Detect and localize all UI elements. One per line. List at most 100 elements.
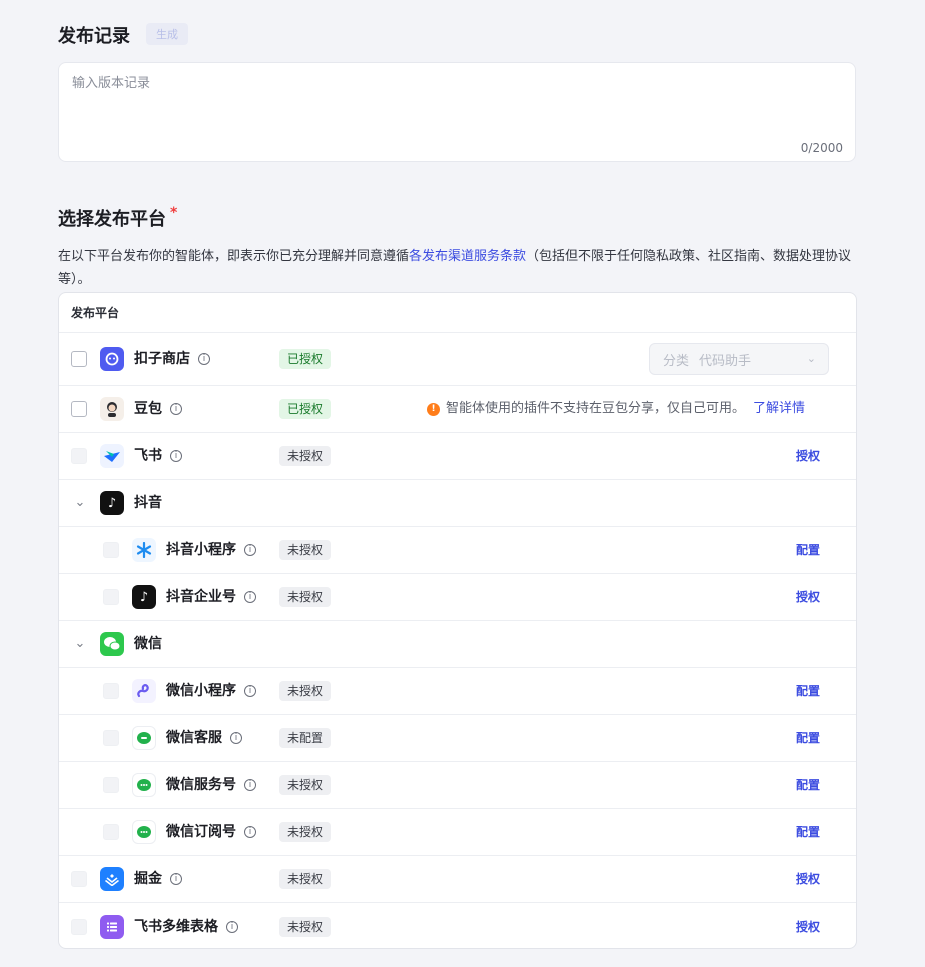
douyin-name: 抖音 — [134, 495, 162, 511]
douyin-biz-logo-icon: ♪ — [132, 585, 156, 609]
juejin-status-badge: 未授权 — [279, 869, 332, 889]
wechat-cs-logo-icon — [132, 726, 156, 750]
char-counter: 0/2000 — [800, 141, 843, 155]
wechat-sub-checkbox[interactable] — [103, 824, 119, 840]
wechat-service-status-badge: 未授权 — [279, 775, 332, 795]
wechat-sub-configure-button[interactable]: 配置 — [796, 823, 820, 841]
douyin-logo-icon: ♪ — [100, 491, 124, 515]
chevron-down-icon[interactable]: ⌄ — [73, 496, 87, 510]
platform-row-wechat-service: 微信服务号 i 未授权 配置 — [59, 762, 856, 809]
doubao-warning: ! 智能体使用的插件不支持在豆包分享，仅自己可用。 了解详情 — [427, 400, 805, 418]
terms-link[interactable]: 各发布渠道服务条款 — [409, 249, 526, 264]
category-select[interactable]: 分类 代码助手 ⌄ — [649, 343, 829, 375]
feishu-base-authorize-button[interactable]: 授权 — [796, 918, 820, 936]
kouzi-name: 扣子商店 i — [134, 350, 210, 368]
platforms-title: 选择发布平台 * — [58, 205, 177, 231]
warning-icon: ! — [427, 402, 440, 416]
kouzi-checkbox[interactable] — [71, 351, 87, 367]
wechat-mini-logo-icon — [132, 679, 156, 703]
doubao-status-badge: 已授权 — [279, 399, 332, 419]
platform-row-doubao: 豆包 i 已授权 ! 智能体使用的插件不支持在豆包分享，仅自己可用。 了解详情 — [59, 386, 856, 433]
wechat-cs-checkbox[interactable] — [103, 730, 119, 746]
douyin-biz-status-badge: 未授权 — [279, 587, 332, 607]
info-icon[interactable]: i — [244, 826, 256, 838]
douyin-biz-name: 抖音企业号 i — [166, 588, 256, 606]
publish-page: 发布记录 生成 输入版本记录 0/2000 选择发布平台 * 在以下平台发布你的智… — [0, 0, 925, 967]
wechat-mini-checkbox[interactable] — [103, 683, 119, 699]
wechat-service-checkbox[interactable] — [103, 777, 119, 793]
wechat-logo-icon — [100, 632, 124, 656]
wechat-name: 微信 — [134, 636, 162, 652]
release-notes-placeholder: 输入版本记录 — [72, 76, 151, 91]
info-icon[interactable]: i — [230, 732, 242, 744]
wechat-sub-name: 微信订阅号 i — [166, 823, 256, 841]
feishu-status-badge: 未授权 — [279, 446, 332, 466]
platform-row-wechat-mini: 微信小程序 i 未授权 配置 — [59, 668, 856, 715]
feishu-authorize-button[interactable]: 授权 — [796, 447, 820, 465]
platform-table: 发布平台 扣子商店 i 已授权 分类 代码助手 ⌄ 豆包 i 已授权 ! 智能体… — [58, 292, 857, 949]
feishu-base-name: 飞书多维表格 i — [134, 918, 238, 936]
release-notes-title: 发布记录 — [58, 26, 130, 47]
info-icon[interactable]: i — [244, 685, 256, 697]
wechat-cs-status-badge: 未配置 — [279, 728, 332, 748]
platform-row-feishu-base: 飞书多维表格 i 未授权 授权 — [59, 903, 856, 948]
doubao-avatar-icon — [100, 397, 124, 421]
wechat-cs-name: 微信客服 i — [166, 729, 242, 747]
wechat-sub-logo-icon — [132, 820, 156, 844]
generate-button[interactable]: 生成 — [146, 23, 188, 45]
platform-group-wechat[interactable]: ⌄ 微信 — [59, 621, 856, 668]
required-mark: * — [170, 205, 178, 221]
info-icon[interactable]: i — [244, 544, 256, 556]
wechat-mini-configure-button[interactable]: 配置 — [796, 682, 820, 700]
feishu-base-checkbox[interactable] — [71, 918, 87, 935]
info-icon[interactable]: i — [244, 591, 256, 603]
feishu-base-status-badge: 未授权 — [279, 916, 332, 937]
douyin-biz-checkbox[interactable] — [103, 589, 119, 605]
douyin-mini-checkbox[interactable] — [103, 542, 119, 558]
wechat-cs-configure-button[interactable]: 配置 — [796, 729, 820, 747]
info-icon[interactable]: i — [170, 403, 182, 415]
douyin-biz-authorize-button[interactable]: 授权 — [796, 588, 820, 606]
platform-row-douyin-mini: 抖音小程序 i 未授权 配置 — [59, 527, 856, 574]
info-icon[interactable]: i — [170, 873, 182, 885]
info-icon[interactable]: i — [244, 779, 256, 791]
platform-row-douyin-biz: ♪ 抖音企业号 i 未授权 授权 — [59, 574, 856, 621]
doubao-checkbox[interactable] — [71, 401, 87, 417]
info-icon[interactable]: i — [198, 353, 210, 365]
juejin-name: 掘金 i — [134, 870, 182, 888]
platform-row-juejin: 掘金 i 未授权 授权 — [59, 856, 856, 903]
release-notes-input[interactable]: 输入版本记录 0/2000 — [58, 62, 856, 162]
category-label: 分类 — [663, 353, 690, 369]
chevron-down-icon: ⌄ — [806, 352, 816, 365]
info-icon[interactable]: i — [170, 450, 182, 462]
wechat-service-configure-button[interactable]: 配置 — [796, 776, 820, 794]
juejin-checkbox[interactable] — [71, 871, 87, 887]
warning-text: 智能体使用的插件不支持在豆包分享，仅自己可用。 — [446, 401, 746, 416]
feishu-checkbox[interactable] — [71, 448, 87, 464]
platform-row-wechat-sub: 微信订阅号 i 未授权 配置 — [59, 809, 856, 856]
wechat-sub-status-badge: 未授权 — [279, 822, 332, 842]
feishu-base-logo-icon — [100, 914, 124, 939]
category-value: 代码助手 — [699, 353, 752, 369]
learn-more-link[interactable]: 了解详情 — [753, 400, 805, 418]
wechat-mini-name: 微信小程序 i — [166, 682, 256, 700]
wechat-service-logo-icon — [132, 773, 156, 797]
chevron-down-icon[interactable]: ⌄ — [73, 637, 87, 651]
platform-row-feishu: 飞书 i 未授权 授权 — [59, 433, 856, 480]
douyin-mini-logo-icon — [132, 538, 156, 562]
terms-text-before: 在以下平台发布你的智能体，即表示你已充分理解并同意遵循 — [58, 249, 410, 264]
info-icon[interactable]: i — [226, 920, 238, 933]
douyin-mini-status-badge: 未授权 — [279, 540, 332, 560]
douyin-mini-name: 抖音小程序 i — [166, 541, 256, 559]
wechat-service-name: 微信服务号 i — [166, 776, 256, 794]
douyin-mini-configure-button[interactable]: 配置 — [796, 541, 820, 559]
kouzi-logo-icon — [100, 347, 124, 371]
doubao-name: 豆包 i — [134, 400, 182, 418]
platform-group-douyin[interactable]: ⌄ ♪ 抖音 — [59, 480, 856, 527]
juejin-logo-icon — [100, 867, 124, 891]
platforms-title-text: 选择发布平台 — [58, 209, 166, 230]
table-header: 发布平台 — [59, 293, 856, 333]
juejin-authorize-button[interactable]: 授权 — [796, 870, 820, 888]
platform-row-kouzi: 扣子商店 i 已授权 分类 代码助手 ⌄ — [59, 333, 856, 386]
wechat-mini-status-badge: 未授权 — [279, 681, 332, 701]
